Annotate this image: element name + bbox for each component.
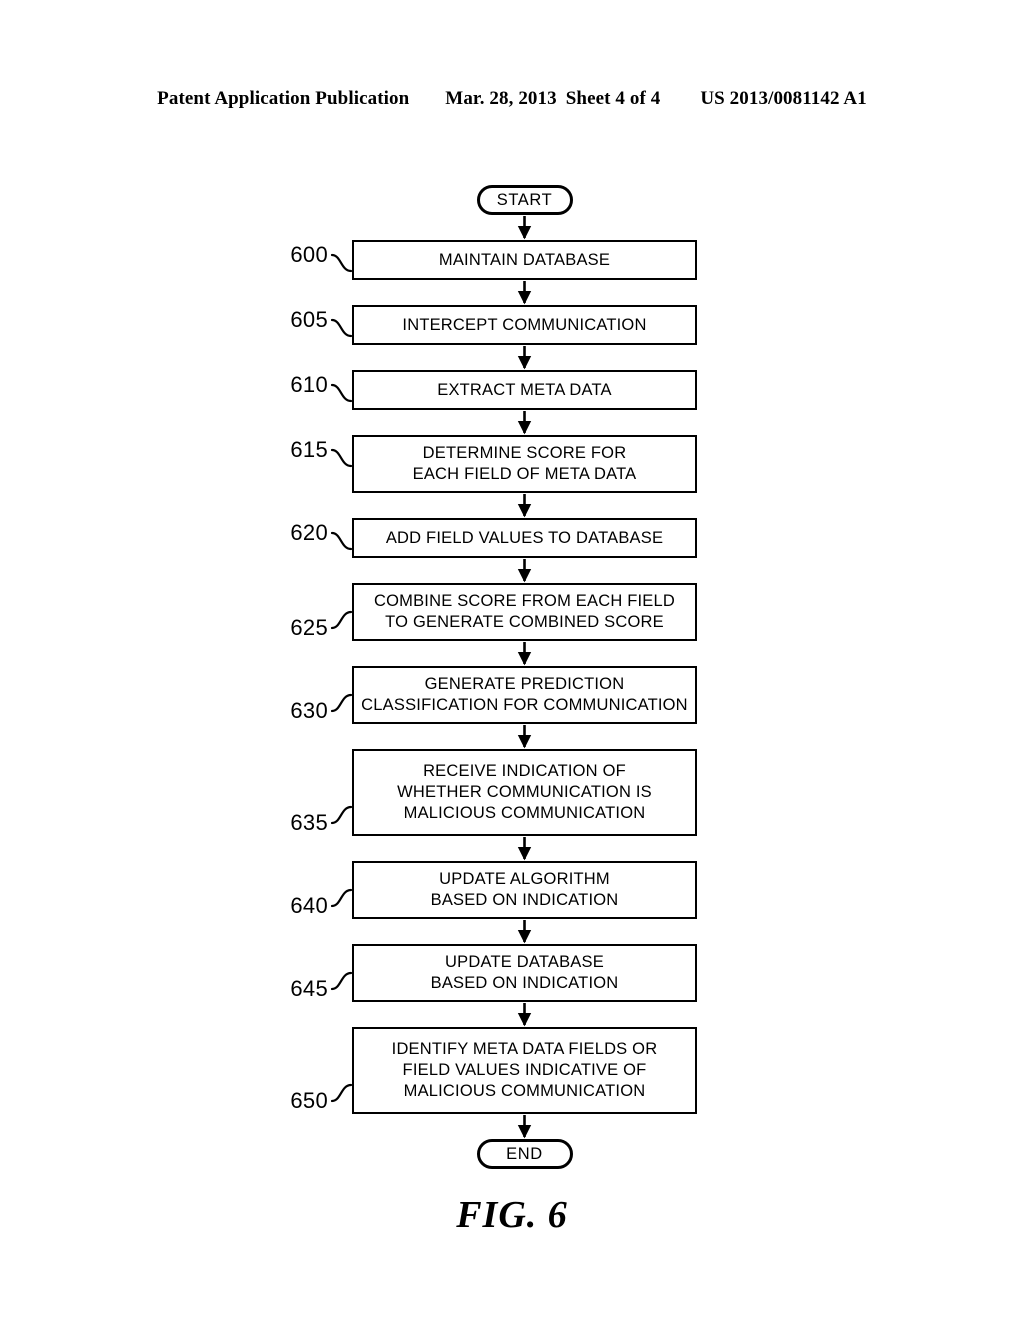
process-step-label: IDENTIFY META DATA FIELDS OR FIELD VALUE… [391, 1040, 658, 1100]
process-step-625: COMBINE SCORE FROM EACH FIELD TO GENERAT… [352, 583, 697, 641]
reference-numeral-600: 600 [290, 242, 328, 267]
process-step-label: RECEIVE INDICATION OF WHETHER COMMUNICAT… [397, 762, 652, 822]
leader-line-600 [330, 253, 353, 273]
leader-line-645 [330, 971, 353, 991]
leader-line-605 [330, 318, 353, 338]
reference-numeral-640: 640 [290, 893, 328, 918]
process-step-640: UPDATE ALGORITHM BASED ON INDICATION [352, 861, 697, 919]
process-step-label: ADD FIELD VALUES TO DATABASE [385, 528, 664, 547]
terminal-end-label: END [506, 1144, 543, 1163]
leader-line-625 [330, 610, 353, 630]
process-step-630: GENERATE PREDICTION CLASSIFICATION FOR C… [352, 666, 697, 724]
process-step-645: UPDATE DATABASE BASED ON INDICATION [352, 944, 697, 1002]
process-step-615: DETERMINE SCORE FOR EACH FIELD OF META D… [352, 435, 697, 493]
reference-numeral-645: 645 [290, 976, 328, 1001]
leader-line-650 [330, 1083, 353, 1103]
reference-numeral-610: 610 [290, 372, 328, 397]
process-step-610: EXTRACT META DATA [352, 370, 697, 410]
reference-numeral-650: 650 [290, 1088, 328, 1113]
terminal-start-label: START [496, 190, 553, 209]
leader-line-620 [330, 531, 353, 551]
leader-line-635 [330, 805, 353, 825]
reference-numeral-605: 605 [290, 307, 328, 332]
reference-numeral-615: 615 [290, 437, 328, 462]
leader-line-640 [330, 888, 353, 908]
process-step-label: INTERCEPT COMMUNICATION [402, 315, 647, 334]
figure-caption: FIG. 6 [456, 1194, 568, 1236]
process-step-label: DETERMINE SCORE FOR EACH FIELD OF META D… [412, 444, 637, 483]
process-step-650: IDENTIFY META DATA FIELDS OR FIELD VALUE… [352, 1027, 697, 1114]
terminal-start: START [476, 185, 573, 215]
process-step-label: UPDATE DATABASE BASED ON INDICATION [430, 953, 619, 992]
leader-line-610 [330, 383, 353, 403]
reference-numeral-630: 630 [290, 698, 328, 723]
leader-line-615 [330, 448, 353, 468]
process-step-635: RECEIVE INDICATION OF WHETHER COMMUNICAT… [352, 749, 697, 836]
terminal-end: END [476, 1139, 573, 1169]
process-step-label: MAINTAIN DATABASE [438, 250, 611, 269]
process-step-620: ADD FIELD VALUES TO DATABASE [352, 518, 697, 558]
reference-numeral-635: 635 [290, 810, 328, 835]
process-step-label: EXTRACT META DATA [437, 380, 612, 399]
reference-numeral-620: 620 [290, 520, 328, 545]
flowchart-figure: START MAINTAIN DATABASE 600 INTERCEPT COMMU… [0, 0, 1024, 1320]
process-step-605: INTERCEPT COMMUNICATION [352, 305, 697, 345]
process-step-label: GENERATE PREDICTION CLASSIFICATION FOR C… [361, 675, 688, 714]
reference-numeral-625: 625 [290, 615, 328, 640]
process-step-600: MAINTAIN DATABASE [352, 240, 697, 280]
leader-line-630 [330, 693, 353, 713]
process-step-label: UPDATE ALGORITHM BASED ON INDICATION [430, 870, 619, 909]
process-step-label: COMBINE SCORE FROM EACH FIELD TO GENERAT… [374, 592, 675, 631]
